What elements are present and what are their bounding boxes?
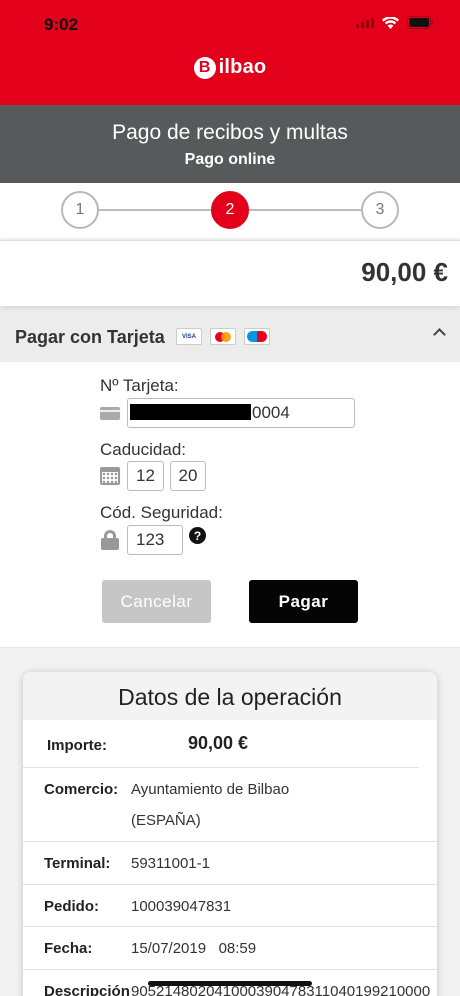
step-connector [249, 209, 361, 211]
divider [23, 884, 437, 885]
security-code-input[interactable]: 123 [127, 525, 183, 555]
importe-value: 90,00 € [188, 733, 249, 753]
card-number-redaction [130, 404, 251, 420]
operation-details-title: Datos de la operación [23, 672, 437, 720]
comercio-value-line1: Ayuntamiento de Bilbao [131, 781, 290, 798]
page-title: Pago de recibos y multas [112, 121, 348, 144]
pedido-value: 100039047831 [131, 898, 232, 915]
step-3: 3 [361, 191, 399, 229]
divider [23, 767, 419, 768]
fecha-label: Fecha: [44, 940, 93, 957]
importe-label: Importe: [47, 737, 107, 754]
signal-icon [356, 17, 374, 28]
step-connector [99, 209, 211, 211]
pay-button[interactable]: Pagar [249, 580, 358, 623]
operation-details-card: Datos de la operación Importe: 90,00 € C… [23, 672, 437, 996]
divider [23, 969, 437, 970]
top-bar: 9:02 B ilbao [0, 0, 460, 105]
brand-logo-mark: B [193, 56, 216, 79]
visa-logo-icon: VISA [176, 328, 202, 345]
security-code-label: Cód. Seguridad: [100, 503, 223, 522]
mastercard-logo-icon [210, 328, 236, 345]
progress-steps: 1 2 3 [0, 183, 460, 238]
brand-logo: B ilbao [0, 56, 460, 79]
page-subtitle: Pago online [184, 151, 276, 168]
wifi-icon [382, 16, 399, 29]
cancel-button[interactable]: Cancelar [102, 580, 211, 623]
status-icons [356, 16, 434, 29]
terminal-label: Terminal: [44, 855, 111, 872]
divider [23, 926, 437, 927]
fecha-value: 15/07/2019 08:59 [131, 940, 257, 957]
comercio-label: Comercio: [44, 781, 119, 798]
credit-card-icon [100, 407, 120, 420]
expiry-month-input[interactable]: 12 [127, 461, 164, 491]
terminal-value: 59311001-1 [131, 855, 210, 872]
status-time: 9:02 [44, 15, 79, 34]
comercio-value-line2: (ESPAÑA) [131, 812, 201, 829]
maestro-logo-icon [244, 328, 270, 345]
step-1: 1 [61, 191, 99, 229]
descripcion-label: Descripción [44, 983, 130, 996]
brand-name: ilbao [218, 56, 267, 78]
battery-icon [407, 16, 434, 29]
calendar-icon [100, 467, 120, 485]
divider [23, 841, 437, 842]
card-number-label: Nº Tarjeta: [100, 376, 179, 395]
pay-with-card-title: Pagar con Tarjeta [15, 327, 165, 347]
total-amount: 90,00 € [361, 257, 448, 287]
card-logos: VISA [176, 328, 270, 345]
lock-icon [101, 530, 119, 550]
pedido-label: Pedido: [44, 898, 99, 915]
page-header: Pago de recibos y multas Pago online [0, 105, 460, 183]
step-2-active: 2 [211, 191, 249, 229]
home-indicator[interactable] [148, 981, 312, 986]
expiry-year-input[interactable]: 20 [170, 461, 206, 491]
help-icon[interactable]: ? [189, 527, 206, 544]
expiry-label: Caducidad: [100, 440, 187, 459]
amount-bar: 90,00 € [0, 240, 460, 306]
